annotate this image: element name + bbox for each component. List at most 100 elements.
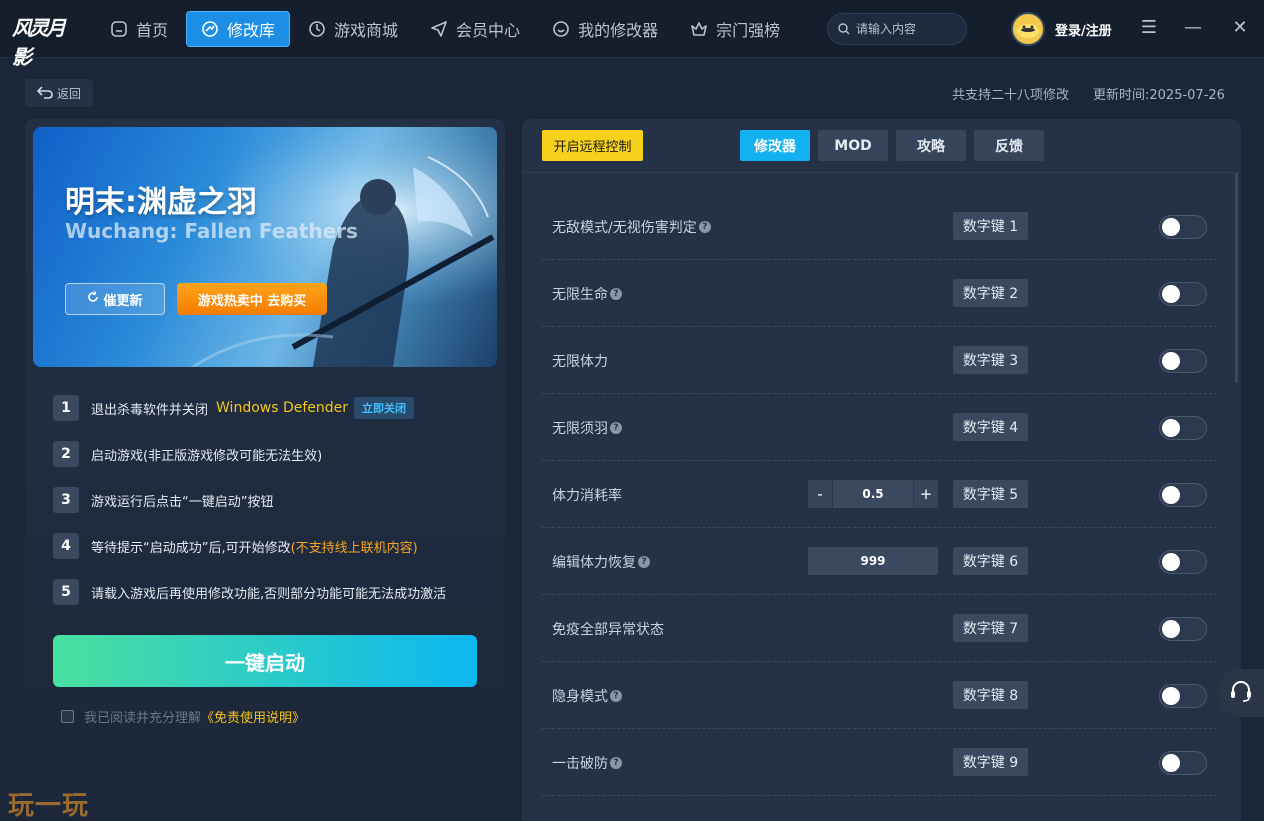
value-stepper: - 0.5 + bbox=[808, 480, 938, 508]
nav-item-ranking[interactable]: 宗门强榜 bbox=[676, 11, 794, 47]
cheat-label: 无限生命 bbox=[552, 287, 608, 303]
hotkey-badge[interactable]: 数字键 2 bbox=[953, 279, 1028, 307]
customer-support-button[interactable] bbox=[1217, 669, 1264, 717]
step-number: 3 bbox=[53, 487, 79, 513]
agreement-text: 我已阅读并充分理解 bbox=[84, 711, 202, 726]
update-label: 催更新 bbox=[103, 293, 143, 309]
agreement: 我已阅读并充分理解《免责使用说明》 bbox=[61, 707, 305, 726]
update-date: 2025-07-26 bbox=[1149, 88, 1225, 103]
hotkey-badge[interactable]: 数字键 1 bbox=[953, 212, 1028, 240]
cheat-toggle[interactable] bbox=[1159, 617, 1207, 641]
help-icon[interactable]: ? bbox=[610, 690, 622, 702]
toggle-knob bbox=[1162, 687, 1180, 705]
menu-icon[interactable]: ☰ bbox=[1137, 16, 1161, 40]
back-arrow-icon bbox=[36, 85, 53, 102]
help-icon[interactable]: ? bbox=[638, 556, 650, 568]
duck-avatar-icon bbox=[1017, 24, 1039, 38]
cheat-toggle[interactable] bbox=[1159, 416, 1207, 440]
increment-button[interactable]: + bbox=[914, 480, 938, 508]
nav-label: 会员中心 bbox=[456, 21, 521, 40]
search-input[interactable] bbox=[856, 22, 956, 36]
hotkey-badge[interactable]: 数字键 4 bbox=[953, 413, 1028, 441]
nav-item-my-trainers[interactable]: 我的修改器 bbox=[538, 11, 672, 47]
disable-defender-button[interactable]: 立即关闭 bbox=[354, 397, 415, 419]
buy-game-button[interactable]: 游戏热卖中 去购买 bbox=[177, 283, 327, 315]
cheat-toggle[interactable] bbox=[1159, 349, 1207, 373]
app-logo[interactable]: 风灵月影 bbox=[12, 12, 76, 69]
nav-item-home[interactable]: 首页 bbox=[96, 11, 182, 47]
decrement-button[interactable]: - bbox=[808, 480, 832, 508]
step-item: 4 等待提示“启动成功”后,可开始修改 (不支持线上联机内容) bbox=[53, 533, 418, 559]
hotkey-badge[interactable]: 数字键 7 bbox=[953, 614, 1028, 642]
disclaimer-link[interactable]: 《免责使用说明》 bbox=[201, 711, 305, 726]
game-cover-art bbox=[33, 127, 497, 367]
step-text: 请载入游戏后再使用修改功能,否则部分功能可能无法成功激活 bbox=[91, 586, 447, 602]
help-icon[interactable]: ? bbox=[698, 221, 711, 233]
step-number: 2 bbox=[53, 441, 79, 467]
cheat-name: 免疫全部异常状态 bbox=[552, 619, 664, 639]
step-number: 1 bbox=[53, 395, 79, 421]
back-button[interactable]: 返回 bbox=[25, 79, 93, 107]
cheat-toggle[interactable] bbox=[1159, 751, 1207, 775]
help-icon[interactable]: ? bbox=[610, 288, 622, 300]
tab-feedback[interactable]: 反馈 bbox=[974, 130, 1044, 161]
watermark-logo: 玩一玩 bbox=[8, 791, 90, 821]
step-text: 游戏运行后点击“一键启动”按钮 bbox=[91, 494, 274, 510]
game-title-en: Wuchang: Fallen Feathers bbox=[65, 219, 358, 243]
trainer-panel: 开启远程控制 修改器 MOD 攻略 反馈 无敌模式/无视伤害判定? 数字键 1 … bbox=[522, 119, 1241, 821]
nav-item-library[interactable]: 修改库 bbox=[186, 11, 291, 47]
stepper-value[interactable]: 0.5 bbox=[832, 480, 914, 508]
hotkey-badge[interactable]: 数字键 3 bbox=[953, 346, 1028, 374]
login-link[interactable]: 登录/注册 bbox=[1055, 20, 1112, 39]
nav-item-member[interactable]: 会员中心 bbox=[416, 11, 534, 47]
search-box[interactable] bbox=[827, 13, 967, 45]
update-time: 更新时间:2025-07-26 bbox=[1093, 84, 1225, 103]
one-click-launch-button[interactable]: 一键启动 bbox=[53, 635, 477, 687]
toggle-knob bbox=[1162, 218, 1180, 236]
cheat-toggle[interactable] bbox=[1159, 282, 1207, 306]
trainer-tabs: 修改器 MOD 攻略 反馈 bbox=[740, 130, 1044, 161]
cheat-row: 无敌模式/无视伤害判定? 数字键 1 bbox=[542, 193, 1217, 260]
cheat-row: 隐身模式? 数字键 8 bbox=[542, 662, 1217, 729]
cheat-label: 免疫全部异常状态 bbox=[552, 622, 664, 638]
toggle-knob bbox=[1162, 553, 1180, 571]
step-item: 3 游戏运行后点击“一键启动”按钮 bbox=[53, 487, 273, 513]
cheat-toggle[interactable] bbox=[1159, 483, 1207, 507]
hotkey-badge[interactable]: 数字键 9 bbox=[953, 748, 1028, 776]
step-highlight: Windows Defender bbox=[216, 400, 349, 416]
cheat-toggle[interactable] bbox=[1159, 684, 1207, 708]
request-update-button[interactable]: 催更新 bbox=[65, 283, 165, 315]
cheat-toggle[interactable] bbox=[1159, 215, 1207, 239]
value-input[interactable]: 999 bbox=[808, 547, 938, 575]
remote-control-button[interactable]: 开启远程控制 bbox=[542, 130, 643, 161]
hotkey-badge[interactable]: 数字键 8 bbox=[953, 681, 1028, 709]
tab-trainer[interactable]: 修改器 bbox=[740, 130, 810, 161]
cheat-row: 无限体力 数字键 3 bbox=[542, 327, 1217, 394]
avatar[interactable] bbox=[1011, 12, 1045, 46]
minimize-button[interactable]: — bbox=[1181, 16, 1205, 40]
tab-mod[interactable]: MOD bbox=[818, 130, 888, 161]
tab-guide[interactable]: 攻略 bbox=[896, 130, 966, 161]
toggle-knob bbox=[1162, 352, 1180, 370]
hotkey-badge[interactable]: 数字键 5 bbox=[953, 480, 1028, 508]
hotkey-badge[interactable]: 数字键 6 bbox=[953, 547, 1028, 575]
cheat-row: 无限须羽? 数字键 4 bbox=[542, 394, 1217, 461]
cheat-row: 一击破防? 数字键 9 bbox=[542, 729, 1217, 796]
cheat-toggle[interactable] bbox=[1159, 550, 1207, 574]
close-button[interactable]: ✕ bbox=[1228, 16, 1252, 40]
step-highlight: (不支持线上联机内容) bbox=[290, 540, 418, 556]
home-icon bbox=[110, 20, 128, 38]
help-icon[interactable]: ? bbox=[610, 757, 622, 769]
cheat-row: 编辑体力恢复? 999 数字键 6 bbox=[542, 528, 1217, 595]
cheat-name: 无限生命? bbox=[552, 284, 622, 304]
cheat-name: 编辑体力恢复? bbox=[552, 552, 650, 572]
send-icon bbox=[430, 20, 448, 38]
step-item: 2 启动游戏(非正版游戏修改可能无法生效) bbox=[53, 441, 322, 467]
agree-checkbox[interactable] bbox=[61, 710, 74, 723]
help-icon[interactable]: ? bbox=[610, 422, 622, 434]
scrollbar[interactable] bbox=[1235, 173, 1238, 383]
main-nav: 首页 修改库 游戏商城 会员中心 我的修改器 宗门强榜 bbox=[96, 11, 794, 47]
back-label: 返回 bbox=[56, 86, 81, 101]
nav-item-store[interactable]: 游戏商城 bbox=[294, 11, 412, 47]
nav-label: 游戏商城 bbox=[334, 21, 399, 40]
